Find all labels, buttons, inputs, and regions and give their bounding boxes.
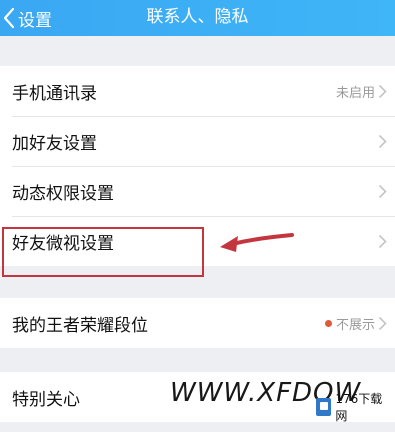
row-honor-of-kings-rank[interactable]: 我的王者荣耀段位 不展示: [0, 298, 395, 348]
status-dot-icon: [324, 319, 332, 327]
settings-group-game: 我的王者荣耀段位 不展示: [0, 298, 395, 348]
chevron-right-icon: [378, 84, 387, 98]
chevron-right-icon: [378, 134, 387, 148]
chevron-right-icon: [378, 316, 387, 330]
row-phone-contacts[interactable]: 手机通讯录 未启用: [0, 66, 395, 116]
row-feed-permissions[interactable]: 动态权限设置: [0, 166, 395, 216]
page-title: 联系人、隐私: [146, 7, 249, 27]
row-label: 我的王者荣耀段位: [12, 315, 148, 336]
row-weishi-settings[interactable]: 好友微视设置: [0, 216, 395, 266]
row-label: 特别关心: [12, 389, 80, 410]
chevron-right-icon: [378, 184, 387, 198]
row-label: 动态权限设置: [12, 183, 114, 204]
watermark-logo: 176下载网: [316, 392, 392, 423]
chevron-right-icon: [378, 234, 387, 248]
row-label: 好友微视设置: [12, 233, 114, 254]
row-label: 手机通讯录: [12, 83, 97, 104]
row-label: 加好友设置: [12, 133, 97, 154]
site-logo-icon: [316, 398, 332, 416]
settings-group-contacts: 手机通讯录 未启用 加好友设置 动态权限设置 好友微视设置: [0, 66, 395, 266]
row-add-friend-settings[interactable]: 加好友设置: [0, 116, 395, 166]
row-value: 不展示: [335, 317, 375, 333]
row-value: 未启用: [335, 85, 375, 101]
watermark-logo-text: 176下载网: [335, 392, 383, 423]
nav-header: 设置 联系人、隐私: [0, 0, 395, 36]
